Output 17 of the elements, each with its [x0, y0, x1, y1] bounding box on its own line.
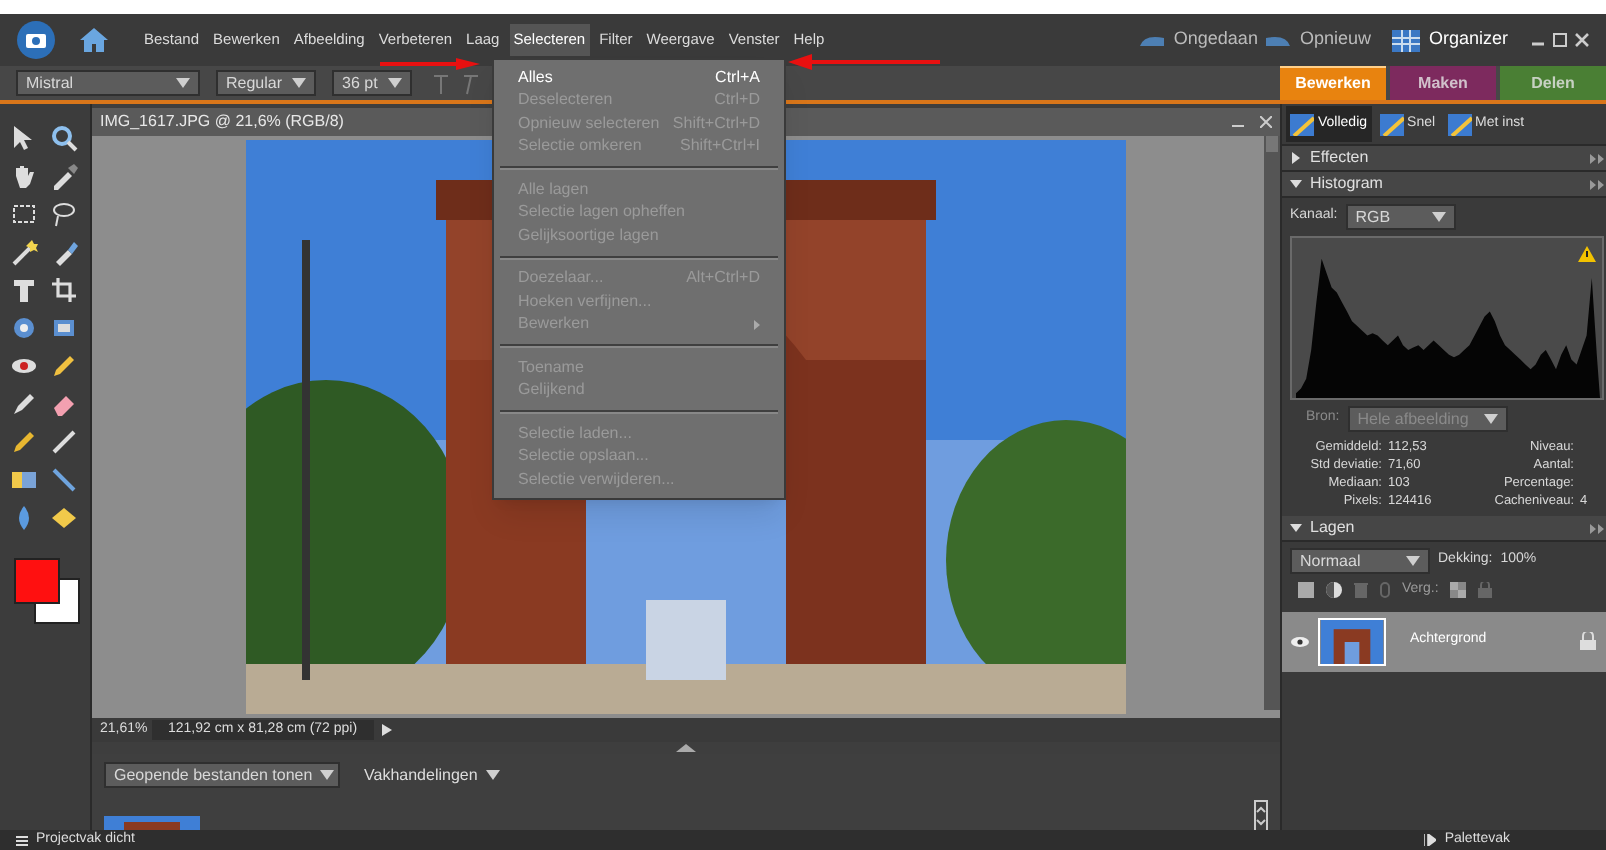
panel-header[interactable]: Effecten	[1282, 146, 1606, 172]
style-dropdown[interactable]: Regular	[216, 70, 316, 96]
panel-tab[interactable]: Maken	[1390, 66, 1496, 100]
show-files-dropdown[interactable]: Geopende bestanden tonen	[104, 762, 340, 788]
panel-tab[interactable]: Delen	[1500, 66, 1606, 100]
panel-tab[interactable]: Bewerken	[1280, 66, 1386, 100]
font-dropdown[interactable]: Mistral	[16, 70, 200, 96]
panel-header[interactable]: Lagen	[1282, 516, 1606, 542]
organizer-button[interactable]: Organizer	[1392, 26, 1508, 54]
undo-button[interactable]: Ongedaan	[1137, 26, 1258, 54]
redo-button[interactable]: Opnieuw	[1263, 26, 1371, 54]
menu-entry[interactable]: Alles Ctrl+A	[494, 66, 784, 89]
blend-mode-dropdown[interactable]: Normaal	[1290, 548, 1430, 574]
bin-actions-menu[interactable]: Vakhandelingen	[364, 763, 500, 787]
size-dropdown[interactable]: 36 pt	[332, 70, 412, 96]
channel-dropdown[interactable]: RGB	[1345, 204, 1456, 230]
panel-header[interactable]: Histogram	[1282, 172, 1606, 198]
